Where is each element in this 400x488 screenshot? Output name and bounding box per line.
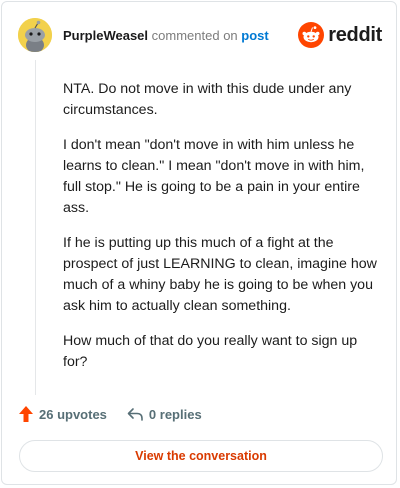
reply-count: 0 replies [148, 406, 202, 422]
reddit-snoo-icon [298, 22, 325, 48]
view-conversation-button[interactable]: View the conversation [19, 440, 383, 472]
action-text: commented on [151, 28, 238, 43]
reply-button[interactable]: 0 replies [127, 407, 202, 422]
comment-paragraph: How much of that do you really want to s… [63, 333, 358, 370]
comment-body: NTA. Do not move in with this dude under… [63, 79, 381, 387]
comment-paragraph: NTA. Do not move in with this dude under… [63, 81, 352, 118]
reddit-logo[interactable]: reddit [298, 22, 382, 48]
comment-stats: 26 upvotes 0 replies [19, 406, 202, 422]
upvote-button[interactable]: 26 upvotes [19, 406, 107, 422]
post-link[interactable]: post [241, 28, 268, 43]
comment-card: PurpleWeasel commented on post reddit NT… [1, 1, 397, 485]
comment-paragraph: I don't mean "don't move in with him unl… [63, 137, 365, 216]
reddit-wordmark: reddit [328, 24, 382, 46]
upvote-arrow-icon [19, 406, 33, 422]
reply-arrow-icon [127, 408, 143, 421]
upvote-count: 26 upvotes [39, 406, 107, 422]
comment-paragraph: If he is putting up this much of a fight… [63, 235, 377, 314]
thread-line [35, 60, 36, 395]
username-link[interactable]: PurpleWeasel [63, 28, 148, 43]
snoo-avatar-icon[interactable] [18, 18, 52, 52]
comment-header: PurpleWeasel commented on post [63, 28, 269, 44]
